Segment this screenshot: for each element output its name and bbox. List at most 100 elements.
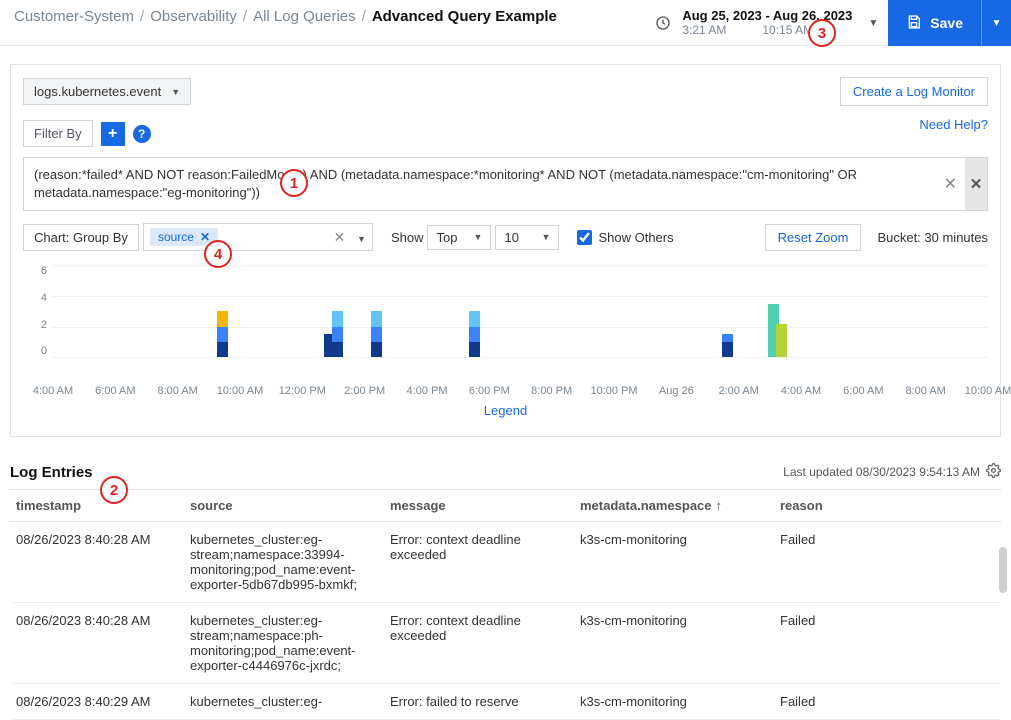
chevron-down-icon: ▼: [474, 232, 483, 242]
chevron-down-icon: ▼: [357, 234, 366, 244]
col-message[interactable]: message: [390, 498, 580, 513]
x-tick: 12:00 PM: [279, 385, 326, 397]
cell-reason: Failed: [780, 613, 930, 628]
chart-bar-segment: [332, 327, 343, 342]
chart-y-axis: 6420: [23, 265, 53, 385]
x-tick: 8:00 AM: [157, 385, 197, 397]
gear-icon[interactable]: [986, 463, 1001, 481]
col-namespace[interactable]: metadata.namespace ↑: [580, 498, 780, 513]
table-row[interactable]: 08/26/2023 8:40:28 AMkubernetes_cluster:…: [10, 603, 1001, 684]
cell-namespace: k3s-cm-monitoring: [580, 532, 780, 547]
chart-bar[interactable]: [722, 334, 733, 357]
show-select-value: Top: [436, 230, 457, 245]
chart-bar-segment: [217, 311, 228, 326]
scrollbar[interactable]: [999, 547, 1007, 593]
x-tick: 10:00 AM: [217, 385, 263, 397]
callout-3: 3: [808, 19, 836, 47]
chart-bar[interactable]: [371, 311, 382, 357]
show-others-input[interactable]: [577, 230, 592, 245]
sort-asc-icon: ↑: [716, 498, 723, 513]
breadcrumb-separator: /: [243, 8, 247, 25]
show-others-checkbox[interactable]: Show Others: [577, 230, 673, 245]
callout-2: 2: [100, 476, 128, 504]
cell-source: kubernetes_cluster:eg-stream;namespace:p…: [190, 613, 390, 673]
col-source[interactable]: source: [190, 498, 390, 513]
breadcrumb-separator: /: [140, 8, 144, 25]
log-table: timestamp source message metadata.namesp…: [10, 489, 1001, 720]
count-select[interactable]: 10 ▼: [495, 225, 559, 250]
query-input[interactable]: (reason:*failed* AND NOT reason:FailedMo…: [24, 158, 965, 210]
save-dropdown-button[interactable]: ▼: [981, 0, 1011, 46]
create-log-monitor-button[interactable]: Create a Log Monitor: [840, 77, 988, 106]
col-namespace-label: metadata.namespace: [580, 498, 712, 513]
help-icon[interactable]: ?: [133, 125, 151, 143]
reset-zoom-button[interactable]: Reset Zoom: [765, 224, 862, 251]
cell-timestamp: 08/26/2023 8:40:28 AM: [10, 613, 190, 628]
cell-reason: Failed: [780, 694, 930, 709]
x-tick: 10:00 AM: [965, 385, 1011, 397]
chart-plot[interactable]: 4:00 AM6:00 AM8:00 AM10:00 AM12:00 PM2:0…: [53, 265, 988, 385]
close-query-button[interactable]: ✕: [965, 158, 987, 210]
x-tick: 8:00 PM: [531, 385, 572, 397]
breadcrumb-separator: /: [362, 8, 366, 25]
group-by-label: Chart: Group By: [23, 224, 139, 251]
cell-namespace: k3s-cm-monitoring: [580, 613, 780, 628]
breadcrumb-item[interactable]: All Log Queries: [253, 8, 356, 25]
x-tick: 6:00 AM: [843, 385, 883, 397]
breadcrumb-item[interactable]: Observability: [150, 8, 237, 25]
time-range-picker[interactable]: Aug 25, 2023 - Aug 26, 2023 3:21 AM 10:1…: [648, 0, 888, 46]
x-tick: 4:00 AM: [781, 385, 821, 397]
chevron-down-icon: ▼: [868, 18, 878, 29]
table-header: timestamp source message metadata.namesp…: [10, 489, 1001, 522]
x-tick: 2:00 PM: [344, 385, 385, 397]
col-timestamp[interactable]: timestamp: [10, 498, 190, 513]
group-by-chip-label: source: [158, 230, 194, 244]
callout-4: 4: [204, 240, 232, 268]
cell-message: Error: context deadline exceeded: [390, 613, 580, 643]
chart-bar[interactable]: [776, 324, 787, 358]
cell-source: kubernetes_cluster:eg-: [190, 694, 390, 709]
clock-icon: [654, 14, 672, 32]
col-reason[interactable]: reason: [780, 498, 930, 513]
breadcrumb: Customer-System / Observability / All Lo…: [0, 0, 571, 33]
cell-timestamp: 08/26/2023 8:40:29 AM: [10, 694, 190, 709]
cell-timestamp: 08/26/2023 8:40:28 AM: [10, 532, 190, 547]
x-tick: 6:00 AM: [95, 385, 135, 397]
chart-bar[interactable]: [332, 311, 343, 357]
chevron-down-icon: ▼: [171, 87, 180, 97]
query-panel: logs.kubernetes.event ▼ Create a Log Mon…: [10, 64, 1001, 437]
chart: 6420 4:00 AM6:00 AM8:00 AM10:00 AM12:00 …: [23, 265, 988, 418]
breadcrumb-current: Advanced Query Example: [372, 8, 557, 25]
filter-by-label: Filter By: [23, 120, 93, 147]
x-tick: 4:00 AM: [33, 385, 73, 397]
save-button[interactable]: Save: [888, 0, 981, 46]
chart-bar-segment: [217, 342, 228, 357]
log-entries-title: Log Entries: [10, 464, 93, 481]
time-range-start: 3:21 AM: [682, 24, 726, 38]
add-filter-button[interactable]: +: [101, 122, 125, 146]
bucket-info: Bucket: 30 minutes: [877, 230, 988, 245]
table-row[interactable]: 08/26/2023 8:40:29 AMkubernetes_cluster:…: [10, 684, 1001, 720]
chart-bar[interactable]: [217, 311, 228, 357]
x-tick: 8:00 AM: [905, 385, 945, 397]
chart-bar-segment: [371, 311, 382, 326]
table-row[interactable]: 08/26/2023 8:40:28 AMkubernetes_cluster:…: [10, 522, 1001, 603]
group-by-input[interactable]: source ✕ ✕ ▼: [143, 223, 373, 251]
clear-query-button[interactable]: ✕: [944, 174, 957, 194]
log-source-selector[interactable]: logs.kubernetes.event ▼: [23, 78, 191, 105]
log-source-label: logs.kubernetes.event: [34, 84, 161, 99]
show-select[interactable]: Top ▼: [427, 225, 491, 250]
clear-groupby-button[interactable]: ✕: [334, 229, 346, 245]
need-help-link[interactable]: Need Help?: [919, 117, 988, 132]
x-tick: 4:00 PM: [407, 385, 448, 397]
chart-legend-link[interactable]: Legend: [23, 403, 988, 418]
breadcrumb-item[interactable]: Customer-System: [14, 8, 134, 25]
count-select-value: 10: [504, 230, 518, 245]
y-tick: 4: [41, 292, 47, 304]
chevron-down-icon: ▼: [542, 232, 551, 242]
chart-bar-segment: [469, 342, 480, 357]
save-icon: [906, 14, 922, 33]
chart-bar-segment: [469, 311, 480, 326]
cell-message: Error: context deadline exceeded: [390, 532, 580, 562]
chart-bar[interactable]: [469, 311, 480, 357]
